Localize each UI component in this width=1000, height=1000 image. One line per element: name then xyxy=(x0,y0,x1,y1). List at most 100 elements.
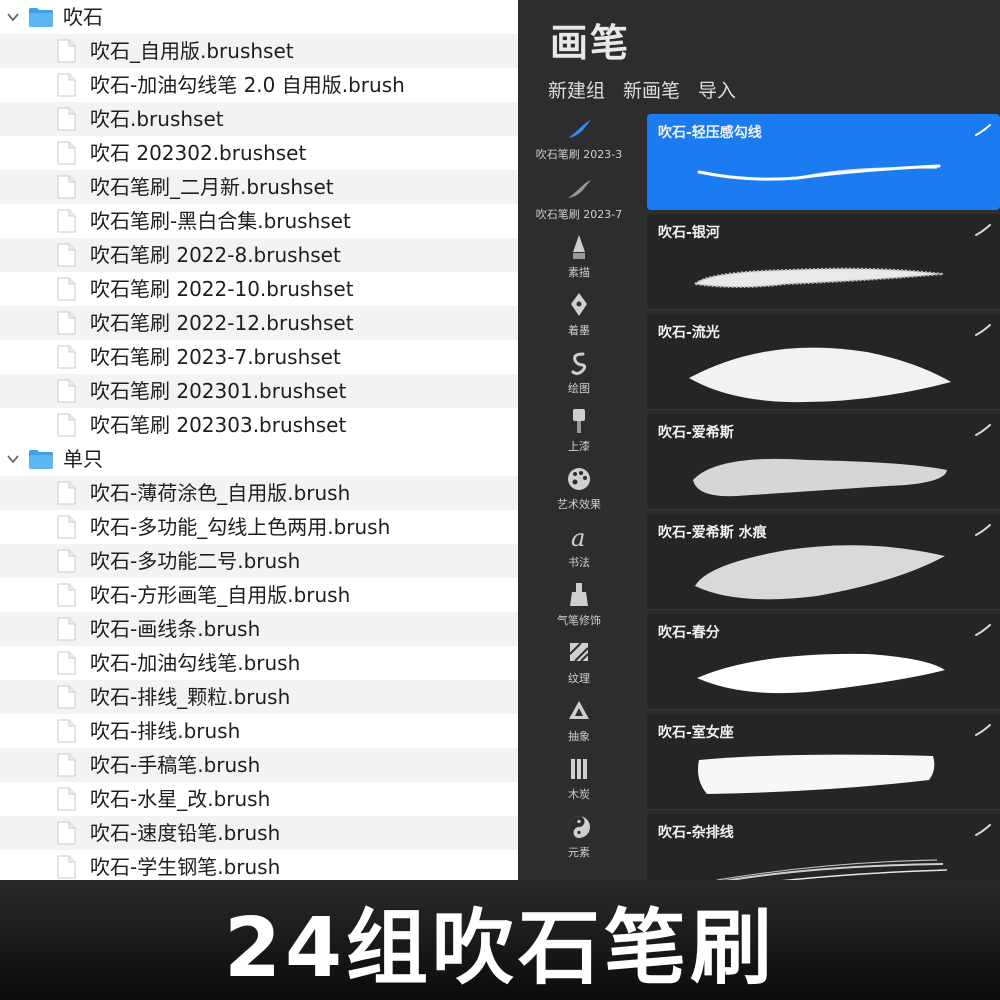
chevron-down-icon[interactable] xyxy=(6,453,20,465)
svg-text:a: a xyxy=(571,524,585,550)
category-item[interactable]: 吹石笔刷 2023-3 xyxy=(518,118,640,176)
document-icon xyxy=(57,549,76,573)
file-row[interactable]: 吹石-加油勾线笔.brush xyxy=(0,646,518,680)
document-icon xyxy=(57,175,76,199)
category-item[interactable]: 吹石笔刷 2023-7 xyxy=(518,178,640,236)
category-item[interactable]: 元素 xyxy=(518,814,640,872)
file-row[interactable]: 吹石-速度铅笔.brush xyxy=(0,816,518,850)
file-name: 吹石笔刷-黑白合集.brushset xyxy=(90,209,351,233)
palette-icon xyxy=(568,468,590,490)
airbrush-icon xyxy=(570,583,588,606)
file-row[interactable]: 吹石-画线条.brush xyxy=(0,612,518,646)
brush-card[interactable]: 吹石-室女座 xyxy=(647,714,1000,810)
file-list-panel: 吹石 吹石_自用版.brushset 吹石-加油勾线笔 2.0 自用版.brush… xyxy=(0,0,518,880)
brush-stroke-preview xyxy=(689,347,951,403)
file-name: 吹石-加油勾线笔.brush xyxy=(90,651,301,675)
category-item[interactable]: 艺术效果 xyxy=(518,466,640,524)
category-item[interactable]: 纹理 xyxy=(518,640,640,698)
brush-list: 吹石-轻压感勾线 吹石-银河 吹石-流光 吹石-爱希斯 吹石-爱希斯 水痕 吹石… xyxy=(647,112,1000,880)
file-name: 吹石-速度铅笔.brush xyxy=(90,821,281,845)
brush-card[interactable]: 吹石-银河 xyxy=(647,214,1000,310)
file-row[interactable]: 吹石笔刷 2022-8.brushset xyxy=(0,238,518,272)
brush-card[interactable]: 吹石-杂排线 xyxy=(647,814,1000,880)
file-row[interactable]: 吹石笔刷 202301.brushset xyxy=(0,374,518,408)
brush-library-panel: 画笔 新建组 新画笔 导入 吹石笔刷 2023-3 吹石笔刷 2023-7 素描… xyxy=(518,0,1000,880)
file-row[interactable]: 吹石笔刷-黑白合集.brushset xyxy=(0,204,518,238)
pen-nib-icon xyxy=(571,293,587,316)
category-item[interactable]: 着墨 xyxy=(518,292,640,350)
new-group-button[interactable]: 新建组 xyxy=(548,76,605,103)
file-name: 吹石-多功能_勾线上色两用.brush xyxy=(90,515,391,539)
file-row[interactable]: 吹石-水星_改.brush xyxy=(0,782,518,816)
brush-category-rail: 吹石笔刷 2023-3 吹石笔刷 2023-7 素描 着墨 绘图 上漆 艺术效果… xyxy=(518,110,640,880)
file-row[interactable]: 吹石-加油勾线笔 2.0 自用版.brush xyxy=(0,68,518,102)
file-row[interactable]: 吹石-排线.brush xyxy=(0,714,518,748)
category-item[interactable]: 绘图 xyxy=(518,350,640,408)
document-icon xyxy=(57,583,76,607)
category-item[interactable]: 抽象 xyxy=(518,698,640,756)
import-button[interactable]: 导入 xyxy=(698,76,736,103)
file-name: 吹石-学生钢笔.brush xyxy=(90,855,281,879)
document-icon xyxy=(57,311,76,335)
file-row[interactable]: 吹石 202302.brushset xyxy=(0,136,518,170)
category-item[interactable]: 素描 xyxy=(518,234,640,292)
file-name: 吹石-多功能二号.brush xyxy=(90,549,301,573)
chevron-down-icon[interactable] xyxy=(6,11,20,23)
file-row[interactable]: 吹石笔刷 2023-7.brushset xyxy=(0,340,518,374)
document-icon xyxy=(57,277,76,301)
file-row[interactable]: 吹石-薄荷涂色_自用版.brush xyxy=(0,476,518,510)
document-icon xyxy=(57,787,76,811)
brush-stroke-preview xyxy=(697,164,941,181)
new-brush-button[interactable]: 新画笔 xyxy=(623,76,680,103)
file-name: 吹石_自用版.brushset xyxy=(90,39,294,63)
file-row[interactable]: 吹石-方形画笔_自用版.brush xyxy=(0,578,518,612)
promo-banner: 24组吹石笔刷 xyxy=(0,880,1000,1000)
file-name: 吹石笔刷_二月新.brushset xyxy=(90,175,334,199)
brush-card[interactable]: 吹石-爱希斯 水痕 xyxy=(647,514,1000,610)
texture-icon xyxy=(569,642,589,662)
brush-card[interactable]: 吹石-轻压感勾线 xyxy=(647,114,1000,210)
document-icon xyxy=(57,617,76,641)
file-row[interactable]: 吹石-手稿笔.brush xyxy=(0,748,518,782)
brush-name: 吹石-杂排线 xyxy=(658,825,734,841)
file-row[interactable]: 吹石笔刷 2022-10.brushset xyxy=(0,272,518,306)
brush-stroke-preview xyxy=(697,653,945,694)
folder-row-chuishi[interactable]: 吹石 xyxy=(0,0,518,34)
file-row[interactable]: 吹石笔刷 202303.brushset xyxy=(0,408,518,442)
folder-row-single[interactable]: 单只 xyxy=(0,442,518,476)
file-row[interactable]: 吹石笔刷_二月新.brushset xyxy=(0,170,518,204)
brush-stroke-badge-icon xyxy=(975,324,991,336)
brush-stroke-preview xyxy=(695,545,945,600)
category-item[interactable]: 气笔修饰 xyxy=(518,582,640,640)
category-item[interactable]: a 书法 xyxy=(518,524,640,582)
file-row[interactable]: 吹石-多功能二号.brush xyxy=(0,544,518,578)
brush-stroke-badge-icon xyxy=(975,824,991,836)
document-icon xyxy=(57,243,76,267)
file-name: 吹石 202302.brushset xyxy=(90,141,307,165)
brush-stroke-badge-icon xyxy=(975,124,991,136)
folder-icon xyxy=(29,8,53,27)
file-row[interactable]: 吹石-排线_颗粒.brush xyxy=(0,680,518,714)
calligraphy-icon: a xyxy=(571,524,585,550)
brush-card[interactable]: 吹石-爱希斯 xyxy=(647,414,1000,510)
banner-title: 24组吹石笔刷 xyxy=(223,900,777,996)
file-row[interactable]: 吹石.brushset xyxy=(0,102,518,136)
file-row[interactable]: 吹石_自用版.brushset xyxy=(0,34,518,68)
document-icon xyxy=(57,345,76,369)
brush-name: 吹石-爱希斯 xyxy=(658,425,734,441)
document-icon xyxy=(57,753,76,777)
category-item[interactable]: 木炭 xyxy=(518,756,640,814)
file-row[interactable]: 吹石-学生钢笔.brush xyxy=(0,850,518,880)
brush-stroke-preview xyxy=(692,267,944,288)
brush-card[interactable]: 吹石-流光 xyxy=(647,314,1000,410)
brush-name: 吹石-爱希斯 水痕 xyxy=(658,525,767,541)
brush-stroke-blue-icon xyxy=(568,120,591,138)
charcoal-icon xyxy=(571,759,587,779)
file-row[interactable]: 吹石-多功能_勾线上色两用.brush xyxy=(0,510,518,544)
document-icon xyxy=(57,73,76,97)
file-name: 吹石笔刷 2022-12.brushset xyxy=(90,311,354,335)
brush-card[interactable]: 吹石-春分 xyxy=(647,614,1000,710)
category-item[interactable]: 上漆 xyxy=(518,408,640,466)
file-row[interactable]: 吹石笔刷 2022-12.brushset xyxy=(0,306,518,340)
document-icon xyxy=(57,107,76,131)
